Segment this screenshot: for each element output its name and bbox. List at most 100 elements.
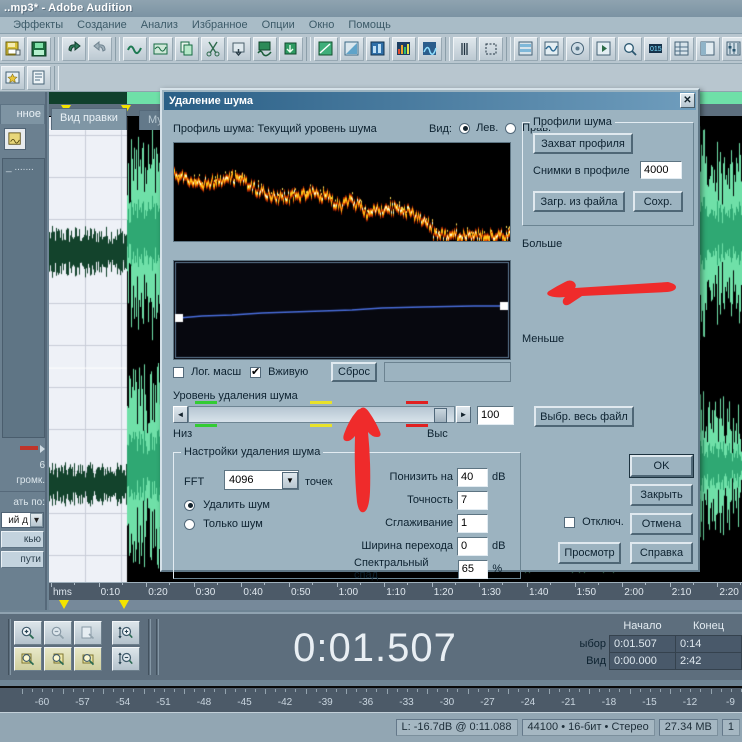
mix-paste-icon[interactable] bbox=[253, 36, 277, 61]
menu-item-favorites[interactable]: Избранное bbox=[185, 17, 255, 34]
edit-view-switch-icon[interactable] bbox=[540, 36, 564, 61]
zoom-out-icon[interactable] bbox=[44, 621, 72, 645]
load-profile-button[interactable]: Загр. из файла bbox=[533, 191, 625, 212]
zoom-in-icon[interactable] bbox=[14, 621, 42, 645]
sidebar-button-cue[interactable]: кью bbox=[1, 531, 44, 548]
dialog-title-bar[interactable]: Удаление шума bbox=[164, 92, 696, 110]
time-display-icon[interactable]: 015 bbox=[644, 36, 668, 61]
panel-icon[interactable] bbox=[696, 36, 720, 61]
grid-icon[interactable] bbox=[670, 36, 694, 61]
checkbox-live-icon[interactable] bbox=[250, 365, 261, 378]
play-preview-icon[interactable] bbox=[592, 36, 616, 61]
decay-input[interactable]: 65 bbox=[457, 559, 489, 579]
menu-item-help[interactable]: Помощь bbox=[341, 17, 398, 34]
edit-view-icon[interactable] bbox=[149, 36, 173, 61]
select-wave-icon[interactable] bbox=[123, 36, 147, 61]
reduction-curve-graph[interactable] bbox=[173, 260, 511, 360]
save-icon[interactable] bbox=[1, 36, 25, 61]
menu-item-analyze[interactable]: Анализ bbox=[134, 17, 185, 34]
redo-icon[interactable] bbox=[88, 36, 112, 61]
zoom-full-icon[interactable] bbox=[74, 621, 102, 645]
multitrack-icon[interactable] bbox=[514, 36, 538, 61]
noise-spectrum-graph[interactable] bbox=[173, 142, 511, 242]
view-start-value[interactable]: 0:00.000 bbox=[609, 651, 676, 670]
noise-reduction-dialog[interactable]: Удаление шума ✕ Профиль шума: Текущий ур… bbox=[160, 88, 700, 581]
spectral-icon[interactable] bbox=[392, 36, 416, 61]
script-icon[interactable] bbox=[27, 65, 51, 90]
mode-radio-remove[interactable]: Удалить шум bbox=[184, 499, 270, 511]
menu-item-effects[interactable]: Эффекты bbox=[6, 17, 70, 34]
normalize-icon[interactable] bbox=[366, 36, 390, 61]
smoothing-input[interactable]: 1 bbox=[457, 513, 488, 533]
save-profile-button[interactable]: Сохр. bbox=[633, 191, 683, 212]
radio-remove-noise-icon[interactable] bbox=[184, 499, 195, 511]
tab-edit-view[interactable]: Вид правки bbox=[51, 108, 127, 130]
checkbox-log-scale-icon[interactable] bbox=[173, 366, 184, 378]
fade-icon[interactable] bbox=[340, 36, 364, 61]
view-end-value[interactable]: 2:42 bbox=[675, 651, 742, 670]
reduce-input[interactable]: 40 bbox=[457, 467, 488, 487]
level-slider-thumb[interactable] bbox=[434, 408, 447, 423]
save-all-icon[interactable] bbox=[27, 36, 51, 61]
timeline-marker-band[interactable] bbox=[49, 600, 742, 610]
sidebar-tab-favorites[interactable]: нное bbox=[0, 104, 45, 124]
precision-input[interactable]: 7 bbox=[457, 490, 488, 510]
live-checkbox[interactable]: Вживую bbox=[250, 365, 308, 378]
selection-start-value[interactable]: 0:01.507 bbox=[609, 634, 676, 653]
zoom-out-vertical-icon[interactable] bbox=[112, 647, 140, 671]
level-slider-track[interactable] bbox=[188, 406, 455, 423]
chevron-down-icon[interactable]: ▼ bbox=[282, 471, 298, 489]
zoom-sel-left-icon[interactable] bbox=[14, 647, 42, 671]
zoom-sel-icon[interactable] bbox=[74, 647, 102, 671]
ruler-triangle-end[interactable] bbox=[119, 600, 129, 609]
amplify-icon[interactable] bbox=[314, 36, 338, 61]
zoom-in-vertical-icon[interactable] bbox=[112, 621, 140, 645]
slider-left-arrow[interactable]: ◄ bbox=[173, 406, 188, 423]
capture-profile-button[interactable]: Захват профиля bbox=[533, 133, 633, 154]
help-button[interactable]: Справка bbox=[630, 542, 693, 564]
disable-checkbox[interactable]: Отключ. bbox=[564, 516, 624, 528]
time-display[interactable]: 0:01.507 bbox=[250, 626, 500, 671]
zoom-sel-right-icon[interactable] bbox=[44, 647, 72, 671]
insert-icon[interactable] bbox=[279, 36, 303, 61]
select-entire-file-button[interactable]: Выбр. весь файл bbox=[534, 406, 634, 427]
slider-right-arrow[interactable]: ► bbox=[456, 406, 471, 423]
cut-icon[interactable] bbox=[201, 36, 225, 61]
radio-noise-only-icon[interactable] bbox=[184, 518, 195, 530]
transition-input[interactable]: 0 bbox=[457, 536, 488, 556]
snapshots-input[interactable]: 4000 bbox=[640, 161, 682, 179]
sidebar-file-list[interactable]: _ ....... bbox=[2, 158, 45, 438]
radio-left-icon[interactable] bbox=[459, 122, 470, 134]
copy-icon[interactable] bbox=[175, 36, 199, 61]
preview-button[interactable]: Просмотр bbox=[558, 542, 621, 564]
marquee-icon[interactable] bbox=[479, 36, 503, 61]
undo-icon[interactable] bbox=[62, 36, 86, 61]
mode-radio-keep[interactable]: Только шум bbox=[184, 518, 263, 530]
eq-icon[interactable] bbox=[418, 36, 442, 61]
paste-icon[interactable] bbox=[227, 36, 251, 61]
sidebar-button-paths[interactable]: пути bbox=[1, 551, 44, 568]
ruler-triangle-start[interactable] bbox=[59, 600, 69, 609]
view-radio-left[interactable]: Лев. bbox=[459, 122, 498, 134]
reset-button[interactable]: Сброс bbox=[331, 362, 377, 382]
close-icon[interactable]: ✕ bbox=[680, 93, 695, 108]
radio-right-icon[interactable] bbox=[505, 122, 516, 134]
selection-end-value[interactable]: 0:14 bbox=[675, 634, 742, 653]
ok-button[interactable]: OK bbox=[629, 454, 694, 478]
cursor-select-icon[interactable] bbox=[453, 36, 477, 61]
checkbox-disable-icon[interactable] bbox=[564, 516, 575, 528]
sidebar-sort-combo[interactable]: ий д ▾ bbox=[1, 512, 44, 528]
sidebar-file-icon[interactable] bbox=[4, 128, 26, 150]
level-value-input[interactable]: 100 bbox=[477, 406, 514, 425]
menu-item-window[interactable]: Окно bbox=[302, 17, 342, 34]
zoom-tool-icon[interactable] bbox=[618, 36, 642, 61]
menu-item-generate[interactable]: Создание bbox=[70, 17, 134, 34]
log-scale-checkbox[interactable]: Лог. масш bbox=[173, 366, 241, 378]
close-button[interactable]: Закрыть bbox=[630, 484, 693, 506]
mixer-icon[interactable] bbox=[722, 36, 742, 61]
fft-combo[interactable]: 4096 ▼ bbox=[224, 470, 299, 490]
menu-item-options[interactable]: Опции bbox=[255, 17, 302, 34]
cd-view-icon[interactable] bbox=[566, 36, 590, 61]
cancel-button[interactable]: Отмена bbox=[630, 513, 693, 535]
favorites-icon[interactable] bbox=[1, 65, 25, 90]
